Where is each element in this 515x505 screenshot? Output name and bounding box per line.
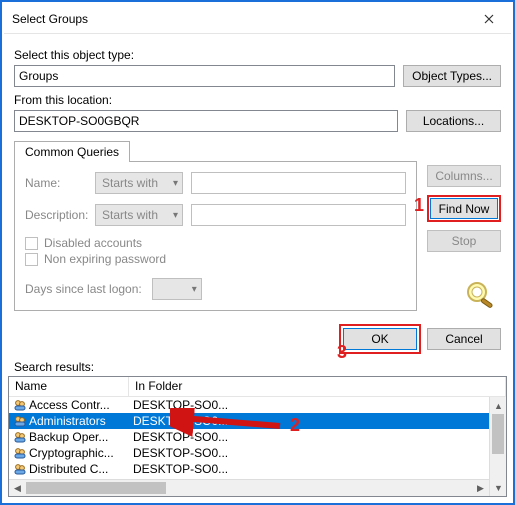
description-mode-dropdown: Starts with ▾ xyxy=(95,204,183,226)
window-title: Select Groups xyxy=(12,12,467,26)
cancel-button[interactable]: Cancel xyxy=(427,328,501,350)
object-type-row: Object Types... xyxy=(14,65,501,87)
close-icon xyxy=(484,14,494,24)
columns-button: Columns... xyxy=(427,165,501,187)
disabled-accounts-checkbox xyxy=(25,237,38,250)
description-input xyxy=(191,204,406,226)
group-icon xyxy=(11,414,29,428)
results-header: Name In Folder xyxy=(9,377,506,397)
stop-button: Stop xyxy=(427,230,501,252)
nonexpiring-checkbox xyxy=(25,253,38,266)
result-folder: DESKTOP-SO0... xyxy=(129,430,487,444)
scroll-up-icon[interactable]: ▲ xyxy=(490,397,506,414)
column-name[interactable]: Name xyxy=(9,377,129,396)
result-row[interactable]: AdministratorsDESKTOP-SO0... xyxy=(9,413,489,429)
days-since-logon-dropdown: ▾ xyxy=(152,278,202,300)
result-name: Access Contr... xyxy=(29,398,129,412)
find-now-button[interactable]: Find Now xyxy=(430,198,498,219)
name-filter-row: Name: Starts with ▾ xyxy=(25,172,406,194)
result-name: Backup Oper... xyxy=(29,430,129,444)
name-mode-dropdown: Starts with ▾ xyxy=(95,172,183,194)
result-row[interactable]: Cryptographic...DESKTOP-SO0... xyxy=(9,445,489,461)
horizontal-scrollbar[interactable]: ◀ ▶ xyxy=(9,479,489,496)
column-folder[interactable]: In Folder xyxy=(129,377,506,396)
tab-strip: Common Queries xyxy=(14,140,501,161)
result-row[interactable]: Distributed C...DESKTOP-SO0... xyxy=(9,461,489,477)
search-results-label: Search results: xyxy=(4,356,511,376)
chevron-down-icon: ▾ xyxy=(192,284,197,295)
days-since-logon-row: Days since last logon: ▾ xyxy=(25,278,406,300)
result-name: Cryptographic... xyxy=(29,446,129,460)
group-icon xyxy=(11,446,29,460)
result-folder: DESKTOP-SO0... xyxy=(129,462,487,476)
chevron-down-icon: ▾ xyxy=(173,178,178,189)
object-types-button[interactable]: Object Types... xyxy=(403,65,501,87)
close-button[interactable] xyxy=(467,4,511,34)
search-results-pane: Name In Folder Access Contr...DESKTOP-SO… xyxy=(8,376,507,497)
location-field[interactable] xyxy=(14,110,398,132)
side-buttons: Columns... Find Now Stop xyxy=(427,161,501,314)
name-label: Name: xyxy=(25,176,87,190)
scroll-down-icon[interactable]: ▼ xyxy=(490,479,506,496)
group-icon xyxy=(11,398,29,412)
object-type-field[interactable] xyxy=(14,65,395,87)
vertical-scrollbar[interactable]: ▲ ▼ xyxy=(489,397,506,496)
nonexpiring-label: Non expiring password xyxy=(44,252,166,266)
description-mode-value: Starts with xyxy=(102,208,158,222)
scroll-thumb-horizontal[interactable] xyxy=(26,482,166,494)
content-area: Select this object type: Object Types...… xyxy=(4,34,511,318)
select-groups-dialog: Select Groups Select this object type: O… xyxy=(4,4,511,501)
common-queries-panel: Name: Starts with ▾ Description: Starts … xyxy=(14,161,417,311)
search-magnify-icon xyxy=(461,278,501,314)
description-filter-row: Description: Starts with ▾ xyxy=(25,204,406,226)
result-name: Administrators xyxy=(29,414,129,428)
description-label: Description: xyxy=(25,208,87,222)
name-mode-value: Starts with xyxy=(102,176,158,190)
object-type-label: Select this object type: xyxy=(14,48,501,62)
disabled-accounts-row: Disabled accounts xyxy=(25,236,406,250)
tab-common-queries[interactable]: Common Queries xyxy=(14,141,130,162)
results-body[interactable]: Access Contr...DESKTOP-SO0...Administrat… xyxy=(9,397,506,496)
name-input xyxy=(191,172,406,194)
days-since-logon-label: Days since last logon: xyxy=(25,282,142,296)
chevron-down-icon: ▾ xyxy=(173,210,178,221)
ok-button[interactable]: OK xyxy=(343,328,417,350)
result-row[interactable]: Backup Oper...DESKTOP-SO0... xyxy=(9,429,489,445)
queries-area: Common Queries Name: Starts with ▾ Descr… xyxy=(14,140,501,314)
group-icon xyxy=(11,430,29,444)
titlebar: Select Groups xyxy=(4,4,511,34)
location-label: From this location: xyxy=(14,93,501,107)
scroll-right-icon[interactable]: ▶ xyxy=(472,480,489,496)
result-folder: DESKTOP-SO0... xyxy=(129,414,487,428)
result-folder: DESKTOP-SO0... xyxy=(129,398,487,412)
dialog-actions: OK Cancel xyxy=(4,318,511,356)
result-name: Distributed C... xyxy=(29,462,129,476)
result-row[interactable]: Access Contr...DESKTOP-SO0... xyxy=(9,397,489,413)
scroll-thumb-vertical[interactable] xyxy=(492,414,504,454)
nonexpiring-row: Non expiring password xyxy=(25,252,406,266)
group-icon xyxy=(11,462,29,476)
locations-button[interactable]: Locations... xyxy=(406,110,501,132)
result-folder: DESKTOP-SO0... xyxy=(129,446,487,460)
location-row: Locations... xyxy=(14,110,501,132)
scroll-left-icon[interactable]: ◀ xyxy=(9,480,26,496)
disabled-accounts-label: Disabled accounts xyxy=(44,236,142,250)
